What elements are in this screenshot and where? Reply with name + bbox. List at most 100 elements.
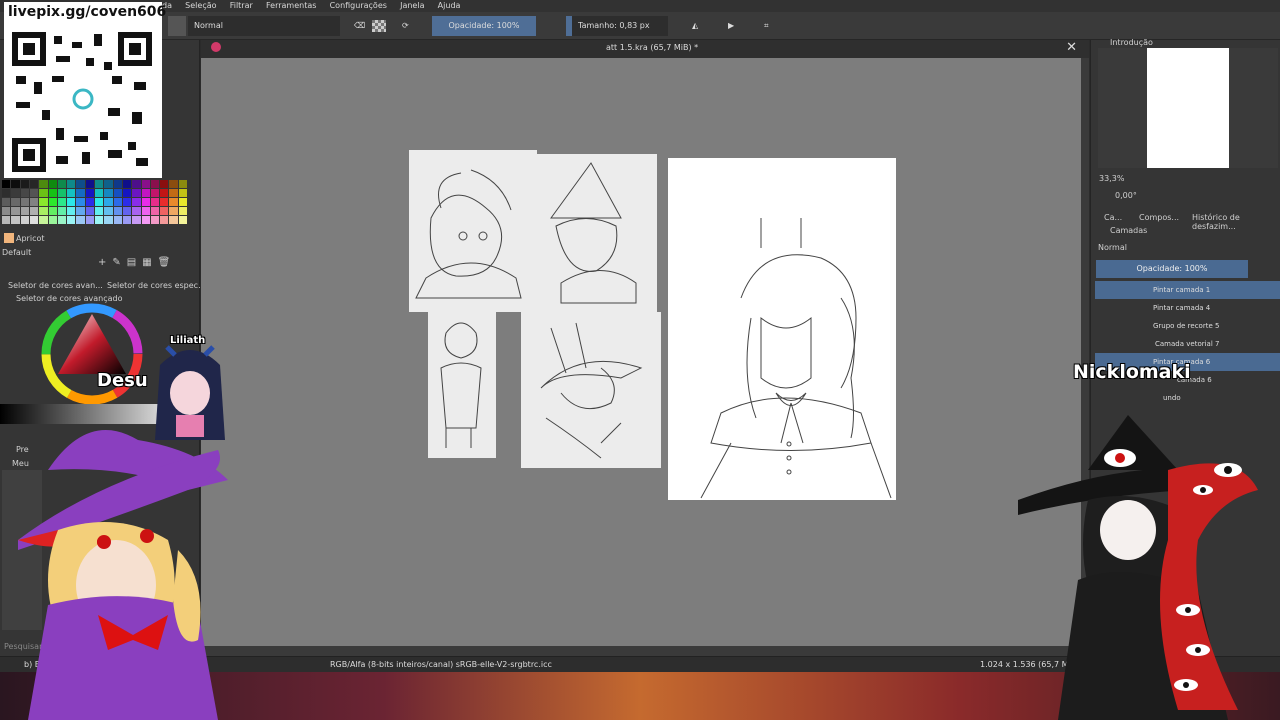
palette-swatch[interactable] bbox=[141, 207, 150, 215]
mirror-horizontal-icon[interactable]: ◭ bbox=[686, 16, 702, 36]
palette-swatch[interactable] bbox=[95, 207, 104, 215]
palette-swatch[interactable] bbox=[57, 207, 67, 215]
layer-blend-mode[interactable]: Normal bbox=[1098, 243, 1127, 252]
palette-swatch[interactable] bbox=[11, 180, 20, 188]
palette-swatch[interactable] bbox=[76, 207, 85, 215]
tab-channels[interactable]: Ca... bbox=[1104, 213, 1122, 222]
palette-swatch[interactable] bbox=[57, 216, 67, 224]
palette-swatch[interactable] bbox=[67, 180, 76, 188]
palette-swatch[interactable] bbox=[141, 198, 150, 206]
palette-swatch[interactable] bbox=[67, 198, 76, 206]
palette-swatch[interactable] bbox=[169, 216, 178, 224]
palette-swatch[interactable] bbox=[67, 207, 76, 215]
mirror-vertical-icon[interactable]: ▶ bbox=[722, 16, 738, 36]
palette-swatch[interactable] bbox=[104, 180, 113, 188]
palette-swatch[interactable] bbox=[85, 198, 94, 206]
palette-swatch[interactable] bbox=[11, 207, 20, 215]
palette-swatch[interactable] bbox=[2, 216, 11, 224]
tab-advanced-selector[interactable]: Seletor de cores avan... bbox=[8, 281, 103, 290]
palette-swatch[interactable] bbox=[132, 216, 141, 224]
palette-swatch[interactable] bbox=[57, 180, 67, 188]
tab-undo-history[interactable]: Histórico de desfazim... bbox=[1192, 213, 1280, 231]
palette-swatch[interactable] bbox=[178, 216, 187, 224]
wrap-around-icon[interactable]: ⌗ bbox=[758, 16, 774, 36]
palette-swatch[interactable] bbox=[178, 189, 187, 197]
palette-swatch[interactable] bbox=[160, 216, 169, 224]
menu-item-help[interactable]: Ajuda bbox=[438, 0, 461, 12]
size-slider[interactable]: Tamanho: 0,83 px bbox=[566, 16, 668, 36]
palette-swatch[interactable] bbox=[39, 180, 48, 188]
palette-swatch[interactable] bbox=[67, 189, 76, 197]
palette-swatch[interactable] bbox=[150, 180, 160, 188]
palette-swatch[interactable] bbox=[11, 198, 20, 206]
palette-swatch[interactable] bbox=[39, 189, 48, 197]
palette-swatch[interactable] bbox=[132, 180, 141, 188]
palette-actions[interactable]: +✎▤▦🗑 bbox=[98, 257, 194, 271]
palette-swatch[interactable] bbox=[57, 189, 67, 197]
rotation-value[interactable]: 0,00° bbox=[1115, 191, 1137, 200]
palette-swatch[interactable] bbox=[113, 189, 122, 197]
layer-row[interactable]: undo bbox=[1095, 389, 1280, 407]
palette-swatch[interactable] bbox=[122, 189, 132, 197]
palette-swatch[interactable] bbox=[85, 180, 94, 188]
palette-swatch[interactable] bbox=[113, 216, 122, 224]
layer-row[interactable]: Pintar camada 1 bbox=[1095, 281, 1280, 299]
palette-swatch[interactable] bbox=[39, 216, 48, 224]
palette-swatch[interactable] bbox=[178, 180, 187, 188]
palette-swatch[interactable] bbox=[85, 216, 94, 224]
palette-swatch[interactable] bbox=[160, 198, 169, 206]
palette-swatch[interactable] bbox=[29, 207, 39, 215]
palette-swatch[interactable] bbox=[150, 207, 160, 215]
palette-swatch[interactable] bbox=[95, 189, 104, 197]
palette-swatch[interactable] bbox=[2, 207, 11, 215]
palette-swatch[interactable] bbox=[113, 180, 122, 188]
palette-swatch[interactable] bbox=[48, 198, 57, 206]
palette-swatch[interactable] bbox=[20, 189, 29, 197]
palette-swatch[interactable] bbox=[67, 216, 76, 224]
canvas-viewport[interactable] bbox=[201, 58, 1081, 646]
palette-swatch[interactable] bbox=[2, 198, 11, 206]
palette-swatch[interactable] bbox=[20, 216, 29, 224]
palette-swatch[interactable] bbox=[169, 180, 178, 188]
palette-swatch[interactable] bbox=[122, 198, 132, 206]
palette-swatch[interactable] bbox=[29, 198, 39, 206]
menu-item-filter[interactable]: Filtrar bbox=[230, 0, 253, 12]
zoom-level[interactable]: 33,3% bbox=[1099, 174, 1124, 183]
palette-swatch[interactable] bbox=[39, 198, 48, 206]
palette-swatch[interactable] bbox=[76, 216, 85, 224]
palette-swatch[interactable] bbox=[29, 216, 39, 224]
palette-swatch[interactable] bbox=[95, 216, 104, 224]
palette-swatch[interactable] bbox=[20, 198, 29, 206]
palette-swatch[interactable] bbox=[132, 189, 141, 197]
reload-icon[interactable]: ⟳ bbox=[396, 16, 412, 36]
palette-swatch[interactable] bbox=[95, 180, 104, 188]
palette-swatch[interactable] bbox=[76, 189, 85, 197]
palette-swatch[interactable] bbox=[122, 216, 132, 224]
blend-mode-select[interactable]: Normal bbox=[188, 16, 340, 36]
palette-swatch[interactable] bbox=[76, 180, 85, 188]
menu-item-selection[interactable]: Seleção bbox=[185, 0, 216, 12]
palette-swatch[interactable] bbox=[104, 216, 113, 224]
palette-swatch[interactable] bbox=[169, 207, 178, 215]
layer-row[interactable]: Pintar camada 4 bbox=[1095, 299, 1280, 317]
palette-swatch[interactable] bbox=[132, 198, 141, 206]
eraser-icon[interactable]: ⌫ bbox=[348, 16, 365, 36]
palette-swatch[interactable] bbox=[178, 198, 187, 206]
palette-swatch[interactable] bbox=[29, 180, 39, 188]
opacity-slider[interactable]: Opacidade: 100% bbox=[432, 16, 536, 36]
palette-swatch[interactable] bbox=[11, 216, 20, 224]
palette-swatch[interactable] bbox=[29, 189, 39, 197]
layer-row[interactable]: Grupo de recorte 5 bbox=[1095, 317, 1280, 335]
palette-swatch[interactable] bbox=[39, 207, 48, 215]
layer-opacity-slider[interactable]: Opacidade: 100% bbox=[1096, 260, 1248, 278]
close-icon[interactable]: ✕ bbox=[1066, 40, 1077, 55]
palette-swatch[interactable] bbox=[85, 207, 94, 215]
palette-swatch[interactable] bbox=[57, 198, 67, 206]
document-tab[interactable]: att 1.5.kra (65,7 MiB) * ✕ bbox=[201, 40, 1089, 58]
palette-swatch[interactable] bbox=[95, 198, 104, 206]
palette-swatch[interactable] bbox=[104, 198, 113, 206]
palette-swatch[interactable] bbox=[160, 189, 169, 197]
palette-swatch[interactable] bbox=[160, 180, 169, 188]
palette-swatch[interactable] bbox=[48, 216, 57, 224]
menu-item-settings[interactable]: Configurações bbox=[330, 0, 387, 12]
